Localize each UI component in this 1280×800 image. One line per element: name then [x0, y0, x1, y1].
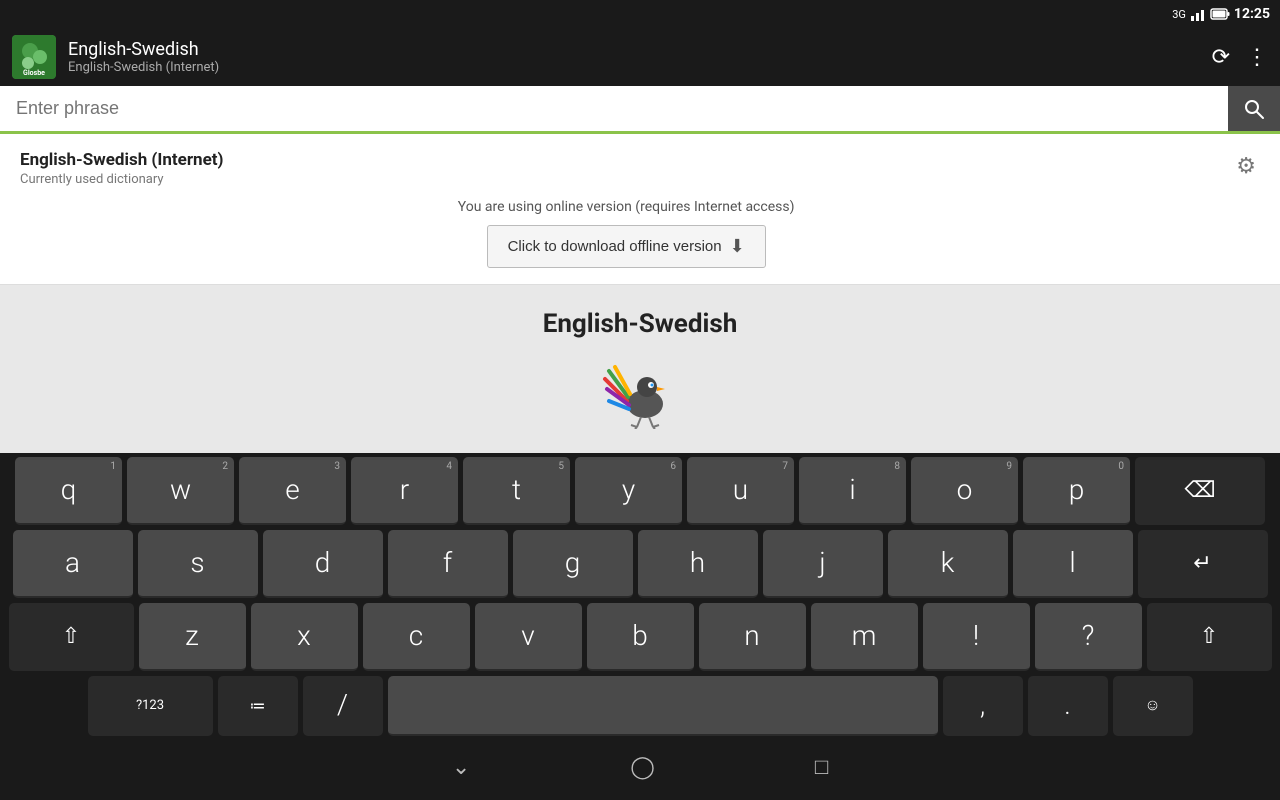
key-f[interactable]: f [388, 530, 508, 598]
key-settings[interactable]: ≔ [218, 676, 298, 736]
key-comma[interactable]: , [943, 676, 1023, 736]
app-title: English-Swedish [68, 39, 1200, 61]
overflow-menu-icon[interactable]: ⋮ [1246, 45, 1268, 70]
dict-name: English-Swedish (Internet) [20, 150, 1232, 170]
app-subtitle: English-Swedish (Internet) [68, 60, 1200, 75]
dict-card: English-Swedish (Internet) Currently use… [0, 134, 1280, 285]
key-o[interactable]: 9 o [911, 457, 1018, 525]
key-j[interactable]: j [763, 530, 883, 598]
key-shift-right[interactable]: ⇧ [1147, 603, 1272, 671]
key-space[interactable] [388, 676, 938, 736]
status-icons: 3G 12:25 [1172, 6, 1270, 22]
battery-icon [1210, 7, 1230, 21]
keyboard-row-1: 1 q 2 w 3 e 4 r 5 t 6 y 7 u 8 i [2, 457, 1278, 525]
download-icon: ⬇ [730, 236, 745, 257]
key-e[interactable]: 3 e [239, 457, 346, 525]
main-content: English-Swedish [0, 285, 1280, 453]
key-enter[interactable]: ↵ [1138, 530, 1268, 598]
bottom-nav: ⌄ ◯ □ [0, 745, 1280, 789]
keyboard-row-2: a s d f g h j k l ↵ [2, 530, 1278, 598]
app-title-block: English-Swedish English-Swedish (Interne… [68, 39, 1200, 76]
download-offline-button[interactable]: Click to download offline version ⬇ [487, 225, 766, 268]
key-a[interactable]: a [13, 530, 133, 598]
key-shift-left[interactable]: ⇧ [9, 603, 134, 671]
glosbe-logo: Glosbe [12, 35, 56, 79]
key-m[interactable]: m [811, 603, 918, 671]
svg-text:Glosbe: Glosbe [23, 69, 45, 77]
app-bar-actions: ⟳ ⋮ [1212, 45, 1268, 70]
key-num-toggle[interactable]: ?123 [88, 676, 213, 736]
key-u[interactable]: 7 u [687, 457, 794, 525]
keyboard-row-3: ⇧ z x c v b n m ! ? ⇧ [2, 603, 1278, 671]
app-bar: Glosbe English-Swedish English-Swedish (… [0, 28, 1280, 86]
dict-center: You are using online version (requires I… [20, 199, 1232, 268]
key-d[interactable]: d [263, 530, 383, 598]
online-notice: You are using online version (requires I… [20, 199, 1232, 215]
clock: 12:25 [1234, 6, 1270, 22]
key-question[interactable]: ? [1035, 603, 1142, 671]
mascot-bird [595, 359, 685, 429]
dict-info: English-Swedish (Internet) Currently use… [20, 150, 1232, 268]
recents-button[interactable]: □ [815, 754, 828, 780]
key-p[interactable]: 0 p [1023, 457, 1130, 525]
key-t[interactable]: 5 t [463, 457, 570, 525]
key-z[interactable]: z [139, 603, 246, 671]
key-s[interactable]: s [138, 530, 258, 598]
search-input[interactable] [0, 86, 1228, 131]
key-backspace[interactable]: ⌫ [1135, 457, 1265, 525]
search-icon [1243, 98, 1265, 120]
key-slash[interactable]: / [303, 676, 383, 736]
keyboard-row-4: ?123 ≔ / , . ☺ [2, 676, 1278, 736]
key-q[interactable]: 1 q [15, 457, 122, 525]
settings-icon[interactable]: ⚙ [1232, 150, 1260, 183]
status-bar: 3G 12:25 [0, 0, 1280, 28]
key-r[interactable]: 4 r [351, 457, 458, 525]
signal-indicator: 3G [1172, 8, 1186, 21]
key-period[interactable]: . [1028, 676, 1108, 736]
main-title: English-Swedish [543, 309, 738, 339]
app-icon: Glosbe [12, 35, 56, 79]
key-c[interactable]: c [363, 603, 470, 671]
key-y[interactable]: 6 y [575, 457, 682, 525]
refresh-icon[interactable]: ⟳ [1212, 45, 1230, 70]
key-n[interactable]: n [699, 603, 806, 671]
home-button[interactable]: ◯ [630, 755, 655, 780]
key-k[interactable]: k [888, 530, 1008, 598]
key-w[interactable]: 2 w [127, 457, 234, 525]
search-button[interactable] [1228, 86, 1280, 131]
key-h[interactable]: h [638, 530, 758, 598]
signal-bars-icon [1190, 7, 1206, 21]
key-b[interactable]: b [587, 603, 694, 671]
key-g[interactable]: g [513, 530, 633, 598]
key-exclamation[interactable]: ! [923, 603, 1030, 671]
key-emoji[interactable]: ☺ [1113, 676, 1193, 736]
key-v[interactable]: v [475, 603, 582, 671]
key-l[interactable]: l [1013, 530, 1133, 598]
back-button[interactable]: ⌄ [452, 755, 470, 780]
key-i[interactable]: 8 i [799, 457, 906, 525]
dict-desc: Currently used dictionary [20, 172, 1232, 187]
keyboard: 1 q 2 w 3 e 4 r 5 t 6 y 7 u 8 i [0, 453, 1280, 745]
key-x[interactable]: x [251, 603, 358, 671]
search-bar [0, 86, 1280, 134]
download-btn-label: Click to download offline version [508, 238, 722, 255]
content-area: English-Swedish (Internet) Currently use… [0, 134, 1280, 453]
